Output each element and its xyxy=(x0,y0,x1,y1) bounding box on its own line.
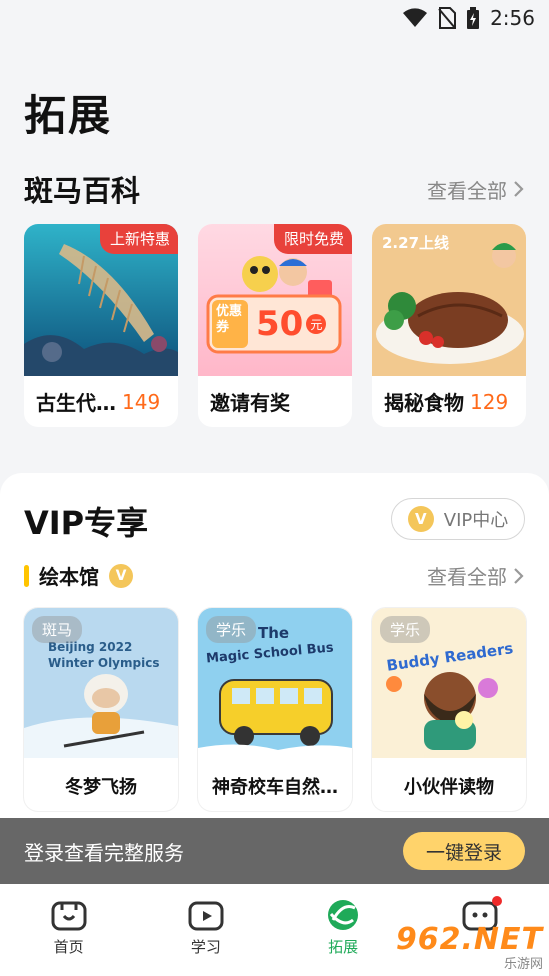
book-title: 神奇校车自然… xyxy=(212,777,338,798)
zebra-study-icon xyxy=(188,901,224,931)
promo-tag: 上新特惠 xyxy=(99,224,178,254)
explore-icon xyxy=(328,900,359,930)
card-caption: 古生代… 149 xyxy=(36,387,168,416)
wifi-icon xyxy=(403,8,428,27)
card-name: 古生代… xyxy=(36,391,116,415)
food-cover: 2.27上线 xyxy=(372,224,526,376)
picture-books-title: 绘本馆 xyxy=(39,565,99,589)
status-time: 2:56 xyxy=(490,6,535,30)
watermark-main: 962.NET xyxy=(395,922,543,957)
launch-banner: 2.27上线 xyxy=(382,234,450,252)
card-name: 揭秘食物 xyxy=(384,391,464,415)
page-title: 拓展 xyxy=(24,91,113,140)
card-caption: 邀请有奖 xyxy=(210,387,342,416)
tab-label: 拓展 xyxy=(328,938,359,956)
encyclopedia-card-paleozoic[interactable]: 上新特惠 古生代… 149 xyxy=(24,224,178,427)
publisher-tag: 斑马 xyxy=(32,616,83,643)
book-title: 小伙伴读物 xyxy=(404,777,494,798)
encyclopedia-header: 斑马百科 查看全部 xyxy=(24,168,525,210)
publisher-tag: 学乐 xyxy=(380,616,431,643)
vip-panel: VIP专享 V VIP中心 绘本馆 V 查看全部 Beijing 2022 Wi… xyxy=(0,473,549,833)
section-indicator xyxy=(24,564,29,587)
book-card-buddy-readers[interactable]: Buddy Readers 学乐 小伙伴读物 xyxy=(372,608,526,811)
card-caption: 揭秘食物 129 xyxy=(384,387,516,416)
see-all-label: 查看全部 xyxy=(427,178,507,203)
tab-label: 首页 xyxy=(53,938,84,956)
battery-icon xyxy=(467,7,480,29)
card-count: 129 xyxy=(470,389,509,414)
cover-line2: Winter Olympics xyxy=(48,656,160,670)
encyclopedia-card-invite[interactable]: 优惠券 50 元 限时免费 邀请有奖 xyxy=(198,224,352,427)
card-count: 149 xyxy=(122,389,161,414)
chevron-right-icon xyxy=(514,567,524,584)
card-name: 邀请有奖 xyxy=(210,391,290,415)
encyclopedia-card-food[interactable]: 2.27上线 揭秘食物 129 xyxy=(372,224,526,427)
see-all-label: 查看全部 xyxy=(427,565,507,589)
book-title: 冬梦飞扬 xyxy=(65,777,137,798)
coupon-unit: 元 xyxy=(306,314,327,334)
coupon-amount: 50 xyxy=(256,304,304,344)
encyclopedia-title: 斑马百科 xyxy=(24,174,141,208)
vip-center-label: VIP中心 xyxy=(443,510,509,531)
picture-books-see-all[interactable]: 查看全部 xyxy=(427,561,525,590)
one-click-login-button[interactable]: 一键登录 xyxy=(403,832,525,870)
status-bar: 2:56 xyxy=(0,0,549,40)
book-card-winter-olympics[interactable]: Beijing 2022 Winter Olympics 斑马 冬梦飞扬 xyxy=(24,608,178,811)
picture-books-header: 绘本馆 V 查看全部 xyxy=(24,561,525,590)
coupon-value: 50 元 xyxy=(256,304,327,344)
tab-label: 学习 xyxy=(190,938,221,956)
site-watermark: 962.NET 乐游网 xyxy=(396,922,543,972)
cover-line1: The xyxy=(258,624,290,642)
encyclopedia-see-all[interactable]: 查看全部 xyxy=(427,175,525,204)
tab-explore[interactable]: 拓展 xyxy=(275,884,412,976)
vip-center-button[interactable]: V VIP中心 xyxy=(391,498,525,540)
login-prompt-text: 登录查看完整服务 xyxy=(24,840,184,865)
picture-books-title-group: 绘本馆 V xyxy=(24,561,133,590)
vip-title: VIP专享 xyxy=(24,504,149,542)
book-card-magic-school-bus[interactable]: The Magic School Bus 学乐 神奇校车自然… xyxy=(198,608,352,811)
status-icons: 2:56 xyxy=(402,6,535,30)
vip-badge-icon: V xyxy=(109,563,133,588)
tab-home[interactable]: 首页 xyxy=(0,884,137,976)
login-prompt-bar: 登录查看完整服务 一键登录 xyxy=(0,818,549,884)
notification-dot xyxy=(491,896,502,906)
chevron-right-icon xyxy=(514,181,524,197)
vip-badge-icon: V xyxy=(407,506,434,532)
watermark-sub: 乐游网 xyxy=(503,957,543,972)
tab-study[interactable]: 学习 xyxy=(137,884,274,976)
publisher-tag: 学乐 xyxy=(206,616,257,643)
coupon-label: 优惠券 xyxy=(216,304,243,335)
promo-tag: 限时免费 xyxy=(273,224,352,254)
zebra-home-icon xyxy=(51,901,87,931)
no-sim-icon xyxy=(438,7,457,29)
